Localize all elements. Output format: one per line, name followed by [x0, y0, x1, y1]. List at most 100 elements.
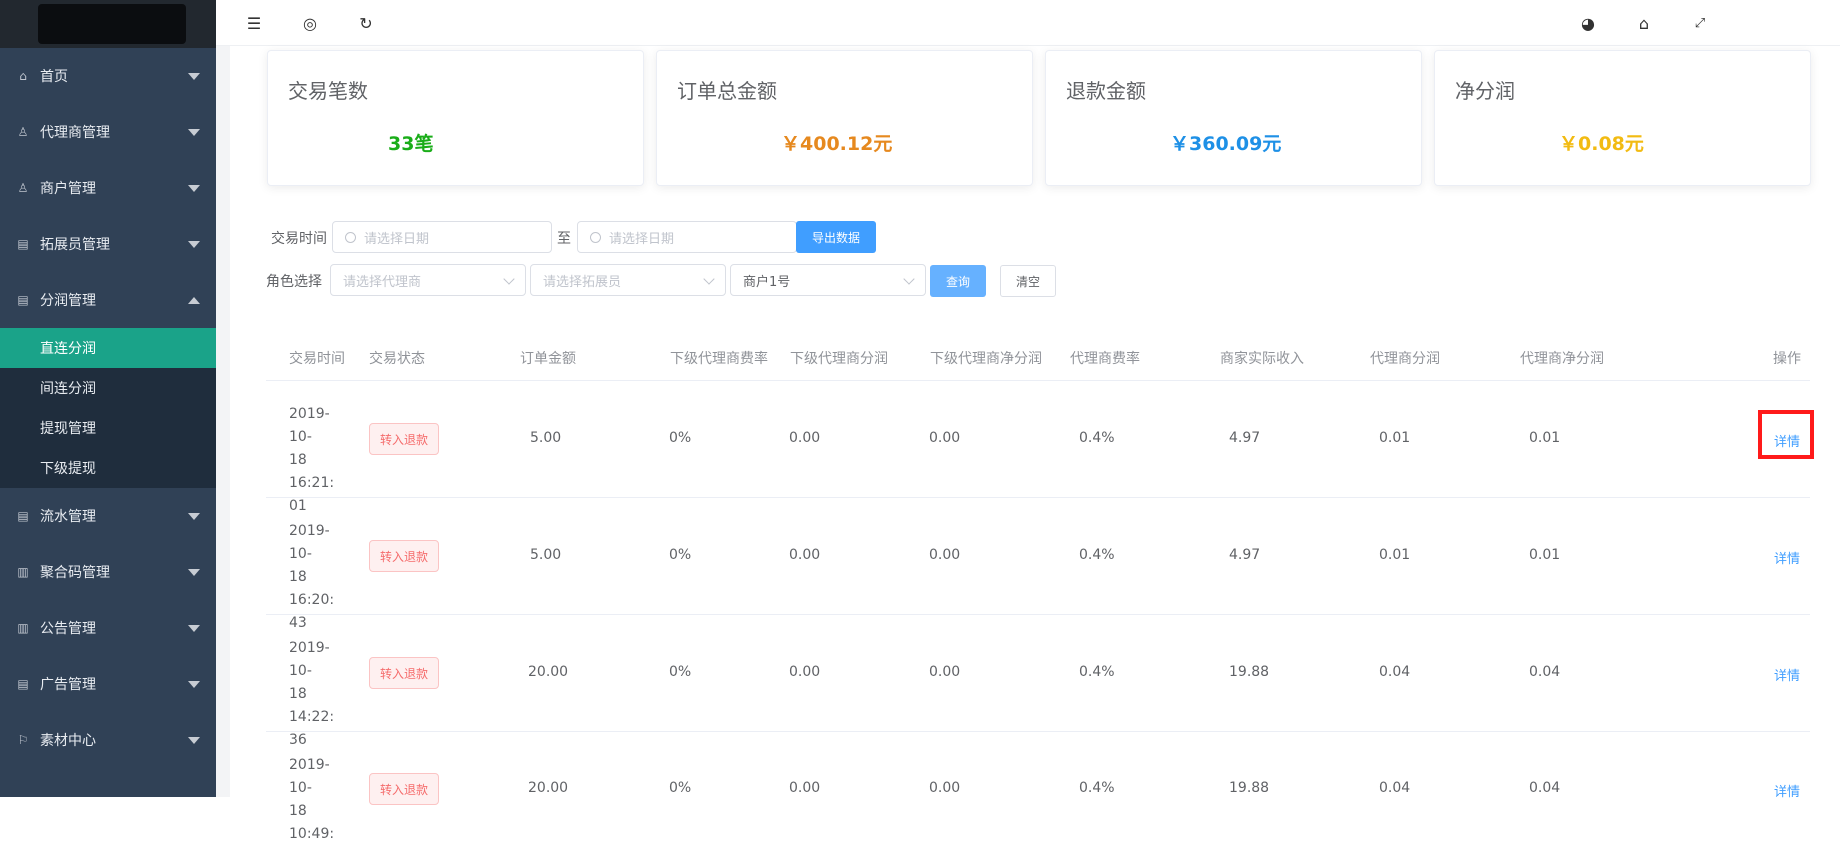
- sidebar-item-label: 拓展员管理: [40, 237, 110, 253]
- fullscreen-icon[interactable]: ⤢: [1690, 13, 1710, 33]
- chevron-down-icon: [703, 273, 715, 285]
- row-4-detail-link[interactable]: 详情: [1774, 781, 1800, 800]
- stat-value: ￥360.09元: [1170, 133, 1282, 155]
- export-data-button[interactable]: 导出数据: [796, 221, 876, 253]
- caret-down-icon: [188, 569, 200, 576]
- column-header-net: 代理商净分润: [1520, 351, 1604, 367]
- stat-card-transaction-count: 交易笔数 33笔: [267, 50, 644, 186]
- promoter-select-placeholder: 请选择拓展员: [543, 274, 622, 290]
- sidebar: ⌂ 首页 ♙ 代理商管理 ♙ 商户管理 ▤ 拓展员管理 ▤ 分润管理 直连分润 …: [0, 0, 216, 797]
- row-2-detail-link[interactable]: 详情: [1774, 548, 1800, 567]
- query-button[interactable]: 查询: [930, 265, 986, 297]
- clear-button[interactable]: 清空: [1000, 265, 1056, 297]
- row-4-income: 19.88: [1229, 780, 1270, 796]
- sidebar-item-home[interactable]: ⌂ 首页: [0, 48, 216, 104]
- end-date-input[interactable]: 请选择日期: [577, 221, 797, 253]
- sidebar-item-qrcode-management[interactable]: ▥ 聚合码管理: [0, 544, 216, 600]
- chart-icon: ▥: [17, 565, 29, 579]
- caret-down-icon: [188, 737, 200, 744]
- status-badge: 转入退款: [369, 423, 439, 455]
- globe-icon[interactable]: ◎: [300, 13, 320, 33]
- tag-icon[interactable]: ⌂: [1634, 13, 1654, 33]
- time-line: 2019-10-: [289, 640, 330, 679]
- header-divider: [266, 380, 1810, 381]
- chart-icon: ▥: [17, 621, 29, 635]
- row-1-rate: 0.4%: [1079, 430, 1115, 446]
- row-4-profit: 0.04: [1379, 780, 1411, 796]
- sidebar-item-label: 商户管理: [40, 181, 96, 197]
- time-filter-label: 交易时间: [271, 231, 327, 247]
- user-icon: ♙: [17, 181, 29, 195]
- sidebar-item-label: 流水管理: [40, 509, 96, 525]
- row-2-income: 4.97: [1229, 547, 1261, 563]
- column-header-profit: 代理商分润: [1370, 351, 1440, 367]
- stat-title: 净分润: [1455, 79, 1515, 103]
- sidebar-item-ad-management[interactable]: ▤ 广告管理: [0, 656, 216, 712]
- caret-up-icon: [188, 297, 200, 304]
- content-gutter: [216, 46, 230, 797]
- stat-value: ￥400.12元: [781, 133, 893, 155]
- promoter-select[interactable]: 请选择拓展员: [530, 264, 726, 296]
- sidebar-subitem-direct-profit[interactable]: 直连分润: [0, 328, 216, 368]
- main-content: 交易笔数 33笔 订单总金额 ￥400.12元 退款金额 ￥360.09元 净分…: [216, 46, 1840, 797]
- start-date-input[interactable]: 请选择日期: [332, 221, 552, 253]
- row-1-amount: 5.00: [530, 430, 562, 446]
- sidebar-item-promoter-management[interactable]: ▤ 拓展员管理: [0, 216, 216, 272]
- row-1-sub-net: 0.00: [929, 430, 961, 446]
- status-badge: 转入退款: [369, 657, 439, 689]
- row-1-sub-profit: 0.00: [789, 430, 821, 446]
- row-3-detail-link[interactable]: 详情: [1774, 665, 1800, 684]
- stat-card-net-profit: 净分润 ￥0.08元: [1434, 50, 1811, 186]
- row-1-sub-rate: 0%: [669, 430, 692, 446]
- status-badge: 转入退款: [369, 773, 439, 805]
- column-header-amount: 订单金额: [520, 351, 576, 367]
- logo: [0, 0, 216, 48]
- clock-icon: [590, 231, 601, 243]
- sidebar-item-agent-management[interactable]: ♙ 代理商管理: [0, 104, 216, 160]
- time-line: 18 10:49:: [289, 803, 335, 842]
- clipboard-icon: ▤: [17, 509, 29, 523]
- column-header-time: 交易时间: [289, 351, 345, 367]
- stat-title: 退款金额: [1066, 79, 1146, 103]
- row-2-time: 2019-10- 18 16:20: 43: [289, 520, 351, 635]
- row-2-sub-profit: 0.00: [789, 547, 821, 563]
- sidebar-item-notice-management[interactable]: ▥ 公告管理: [0, 600, 216, 656]
- stat-title: 交易笔数: [288, 79, 368, 103]
- row-3-amount: 20.00: [528, 664, 569, 680]
- caret-down-icon: [188, 185, 200, 192]
- caret-down-icon: [188, 681, 200, 688]
- row-2-amount: 5.00: [530, 547, 562, 563]
- row-3-rate: 0.4%: [1079, 664, 1115, 680]
- sidebar-item-merchant-management[interactable]: ♙ 商户管理: [0, 160, 216, 216]
- sidebar-item-flow-management[interactable]: ▤ 流水管理: [0, 488, 216, 544]
- row-4-rate: 0.4%: [1079, 780, 1115, 796]
- home-icon: ⌂: [19, 69, 27, 83]
- time-line: 01: [289, 498, 307, 514]
- stat-value: 33笔: [388, 133, 434, 155]
- chevron-down-icon: [903, 273, 915, 285]
- row-3-time: 2019-10- 18 14:22: 36: [289, 637, 351, 752]
- column-header-sub-rate: 下级代理商费率: [670, 351, 768, 367]
- sidebar-item-label: 首页: [40, 69, 68, 85]
- palette-icon[interactable]: ◕: [1578, 13, 1598, 33]
- refresh-icon[interactable]: ↻: [356, 13, 376, 33]
- sidebar-item-label: 公告管理: [40, 621, 96, 637]
- date-range-separator: 至: [557, 231, 571, 247]
- sidebar-subitem-sub-withdraw[interactable]: 下级提现: [0, 448, 216, 488]
- agent-select[interactable]: 请选择代理商: [330, 264, 526, 296]
- flag-icon: ⚐: [17, 733, 29, 747]
- menu-fold-icon[interactable]: ☰: [244, 13, 264, 33]
- merchant-select[interactable]: 商户1号: [730, 264, 926, 296]
- row-2-net: 0.01: [1529, 547, 1561, 563]
- sidebar-subitem-withdraw-management[interactable]: 提现管理: [0, 408, 216, 448]
- row-4-sub-profit: 0.00: [789, 780, 821, 796]
- row-3-profit: 0.04: [1379, 664, 1411, 680]
- sidebar-item-profit-management[interactable]: ▤ 分润管理: [0, 272, 216, 328]
- highlight-box: [1758, 410, 1814, 459]
- row-4-amount: 20.00: [528, 780, 569, 796]
- sidebar-item-label: 广告管理: [40, 677, 96, 693]
- user-icon: ♙: [17, 125, 29, 139]
- row-1-time: 2019-10- 18 16:21: 01: [289, 403, 351, 518]
- sidebar-item-material-center[interactable]: ⚐ 素材中心: [0, 712, 216, 768]
- sidebar-subitem-indirect-profit[interactable]: 间连分润: [0, 368, 216, 408]
